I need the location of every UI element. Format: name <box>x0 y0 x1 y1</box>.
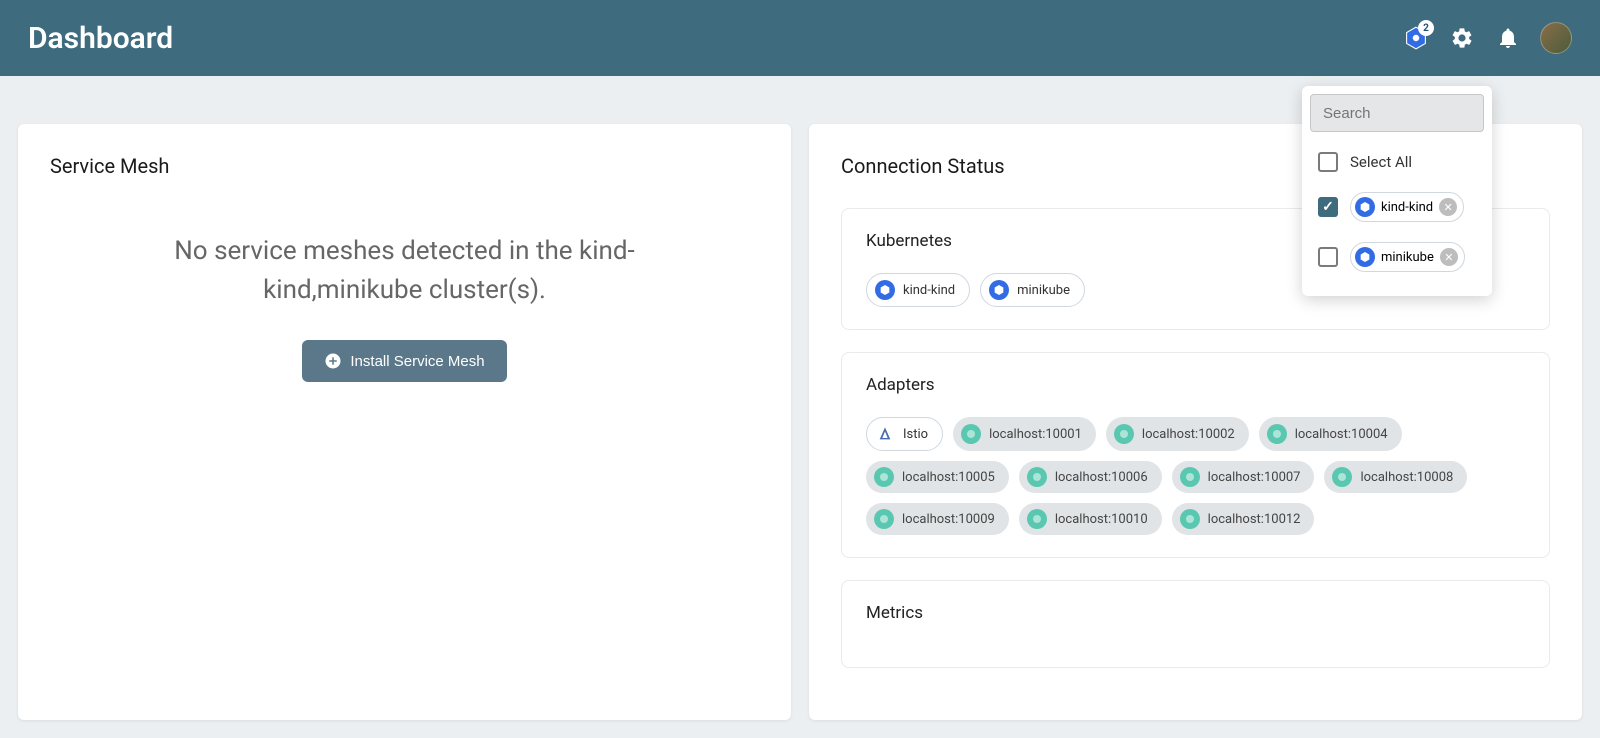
mesh-icon <box>874 467 894 487</box>
cluster-option-chip: minikube ✕ <box>1350 242 1465 272</box>
cluster-icon[interactable]: 2 <box>1402 24 1430 52</box>
kubernetes-icon <box>1355 197 1375 217</box>
adapters-section: Adapters Istio localhost:10001 localhost:1… <box>841 352 1550 558</box>
cluster-search-input[interactable] <box>1323 105 1522 122</box>
chip-label: localhost:10006 <box>1055 470 1148 485</box>
mesh-icon <box>1027 509 1047 529</box>
app-header: Dashboard 2 <box>0 0 1600 76</box>
adapter-chip[interactable]: localhost:10008 <box>1324 461 1467 493</box>
kubernetes-icon <box>989 280 1009 300</box>
mesh-icon <box>1180 467 1200 487</box>
header-actions: 2 <box>1402 22 1572 54</box>
adapters-title: Adapters <box>866 375 1525 395</box>
cluster-checkbox[interactable] <box>1318 247 1338 267</box>
adapter-chip[interactable]: localhost:10010 <box>1019 503 1162 535</box>
mesh-icon <box>1027 467 1047 487</box>
kubernetes-icon <box>875 280 895 300</box>
cluster-checkbox[interactable] <box>1318 197 1338 217</box>
chip-label: minikube <box>1017 283 1070 298</box>
mesh-icon <box>1180 509 1200 529</box>
select-all-label: Select All <box>1350 153 1412 171</box>
remove-cluster-icon[interactable]: ✕ <box>1440 248 1458 266</box>
user-avatar[interactable] <box>1540 22 1572 54</box>
mesh-icon <box>874 509 894 529</box>
chip-label: localhost:10012 <box>1208 512 1301 527</box>
kubernetes-chip[interactable]: minikube <box>980 273 1085 307</box>
remove-cluster-icon[interactable]: ✕ <box>1439 198 1457 216</box>
adapter-chip[interactable]: localhost:10007 <box>1172 461 1315 493</box>
mesh-icon <box>1332 467 1352 487</box>
mesh-icon <box>961 424 981 444</box>
cluster-dropdown: Select All kind-kind ✕ minikube ✕ <box>1302 86 1492 296</box>
adapter-chip[interactable]: localhost:10001 <box>953 417 1096 451</box>
chip-label: localhost:10010 <box>1055 512 1148 527</box>
mesh-icon <box>1114 424 1134 444</box>
kubernetes-chip[interactable]: kind-kind <box>866 273 970 307</box>
mesh-icon <box>1267 424 1287 444</box>
service-mesh-empty-message: No service meshes detected in the kind-k… <box>50 208 759 340</box>
chip-label: localhost:10005 <box>902 470 995 485</box>
adapter-chip[interactable]: localhost:10002 <box>1106 417 1249 451</box>
plus-circle-icon <box>324 352 342 370</box>
adapter-chip[interactable]: localhost:10006 <box>1019 461 1162 493</box>
cluster-badge: 2 <box>1418 20 1434 36</box>
metrics-title: Metrics <box>866 603 1525 623</box>
adapter-chip[interactable]: localhost:10012 <box>1172 503 1315 535</box>
metrics-section: Metrics <box>841 580 1550 668</box>
select-all-checkbox[interactable] <box>1318 152 1338 172</box>
cluster-option-label: kind-kind <box>1381 200 1433 215</box>
chip-label: localhost:10009 <box>902 512 995 527</box>
chip-label: localhost:10007 <box>1208 470 1301 485</box>
page-title: Dashboard <box>28 21 173 56</box>
select-all-row[interactable]: Select All <box>1310 142 1484 182</box>
cluster-option-row[interactable]: minikube ✕ <box>1310 232 1484 282</box>
service-mesh-card: Service Mesh No service meshes detected … <box>18 124 791 720</box>
adapters-chip-row: Istio localhost:10001 localhost:10002 local… <box>866 417 1525 535</box>
istio-chip[interactable]: Istio <box>866 417 943 451</box>
kubernetes-icon <box>1355 247 1375 267</box>
cluster-option-label: minikube <box>1381 250 1434 265</box>
cluster-option-row[interactable]: kind-kind ✕ <box>1310 182 1484 232</box>
chip-label: localhost:10001 <box>989 427 1082 442</box>
install-service-mesh-button[interactable]: Install Service Mesh <box>302 340 506 382</box>
adapter-chip[interactable]: localhost:10009 <box>866 503 1009 535</box>
cluster-option-chip: kind-kind ✕ <box>1350 192 1464 222</box>
chip-label: localhost:10004 <box>1295 427 1388 442</box>
service-mesh-title: Service Mesh <box>50 154 759 178</box>
notifications-icon[interactable] <box>1494 24 1522 52</box>
chip-label: localhost:10008 <box>1360 470 1453 485</box>
chip-label: Istio <box>903 427 928 442</box>
cluster-search-box[interactable] <box>1310 94 1484 132</box>
adapter-chip[interactable]: localhost:10004 <box>1259 417 1402 451</box>
settings-icon[interactable] <box>1448 24 1476 52</box>
install-button-label: Install Service Mesh <box>350 353 484 370</box>
adapter-chip[interactable]: localhost:10005 <box>866 461 1009 493</box>
chip-label: localhost:10002 <box>1142 427 1235 442</box>
chip-label: kind-kind <box>903 283 955 298</box>
istio-icon <box>875 424 895 444</box>
